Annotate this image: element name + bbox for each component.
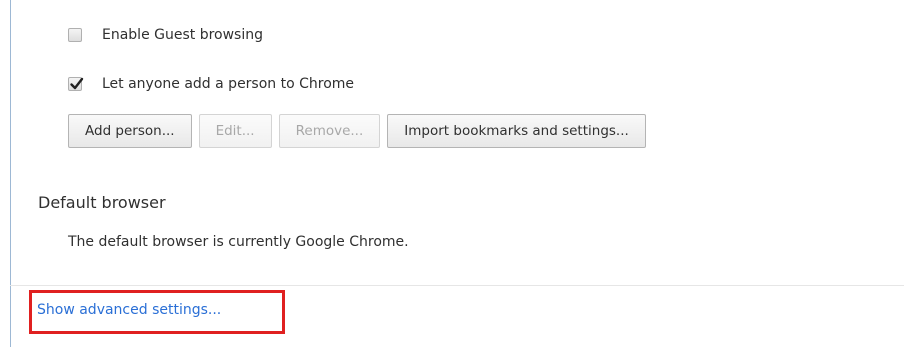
add-person-label[interactable]: Let anyone add a person to Chrome bbox=[102, 76, 354, 92]
default-browser-heading: Default browser bbox=[38, 193, 166, 212]
guest-browsing-checkbox[interactable] bbox=[68, 28, 82, 42]
checkmark-icon bbox=[70, 77, 84, 90]
remove-button[interactable]: Remove... bbox=[278, 114, 381, 148]
add-person-checkbox[interactable] bbox=[68, 77, 84, 91]
edit-button[interactable]: Edit... bbox=[198, 114, 272, 148]
import-bookmarks-button[interactable]: Import bookmarks and settings... bbox=[387, 114, 646, 148]
add-person-row[interactable]: Let anyone add a person to Chrome bbox=[68, 76, 354, 92]
guest-browsing-row[interactable]: Enable Guest browsing bbox=[68, 27, 263, 43]
add-person-button[interactable]: Add person... bbox=[68, 114, 192, 148]
highlight-box bbox=[29, 290, 285, 334]
people-buttons: Add person... Edit... Remove... Import b… bbox=[68, 114, 646, 148]
guest-browsing-label[interactable]: Enable Guest browsing bbox=[102, 27, 263, 43]
divider bbox=[10, 285, 904, 286]
default-browser-status: The default browser is currently Google … bbox=[68, 234, 409, 250]
